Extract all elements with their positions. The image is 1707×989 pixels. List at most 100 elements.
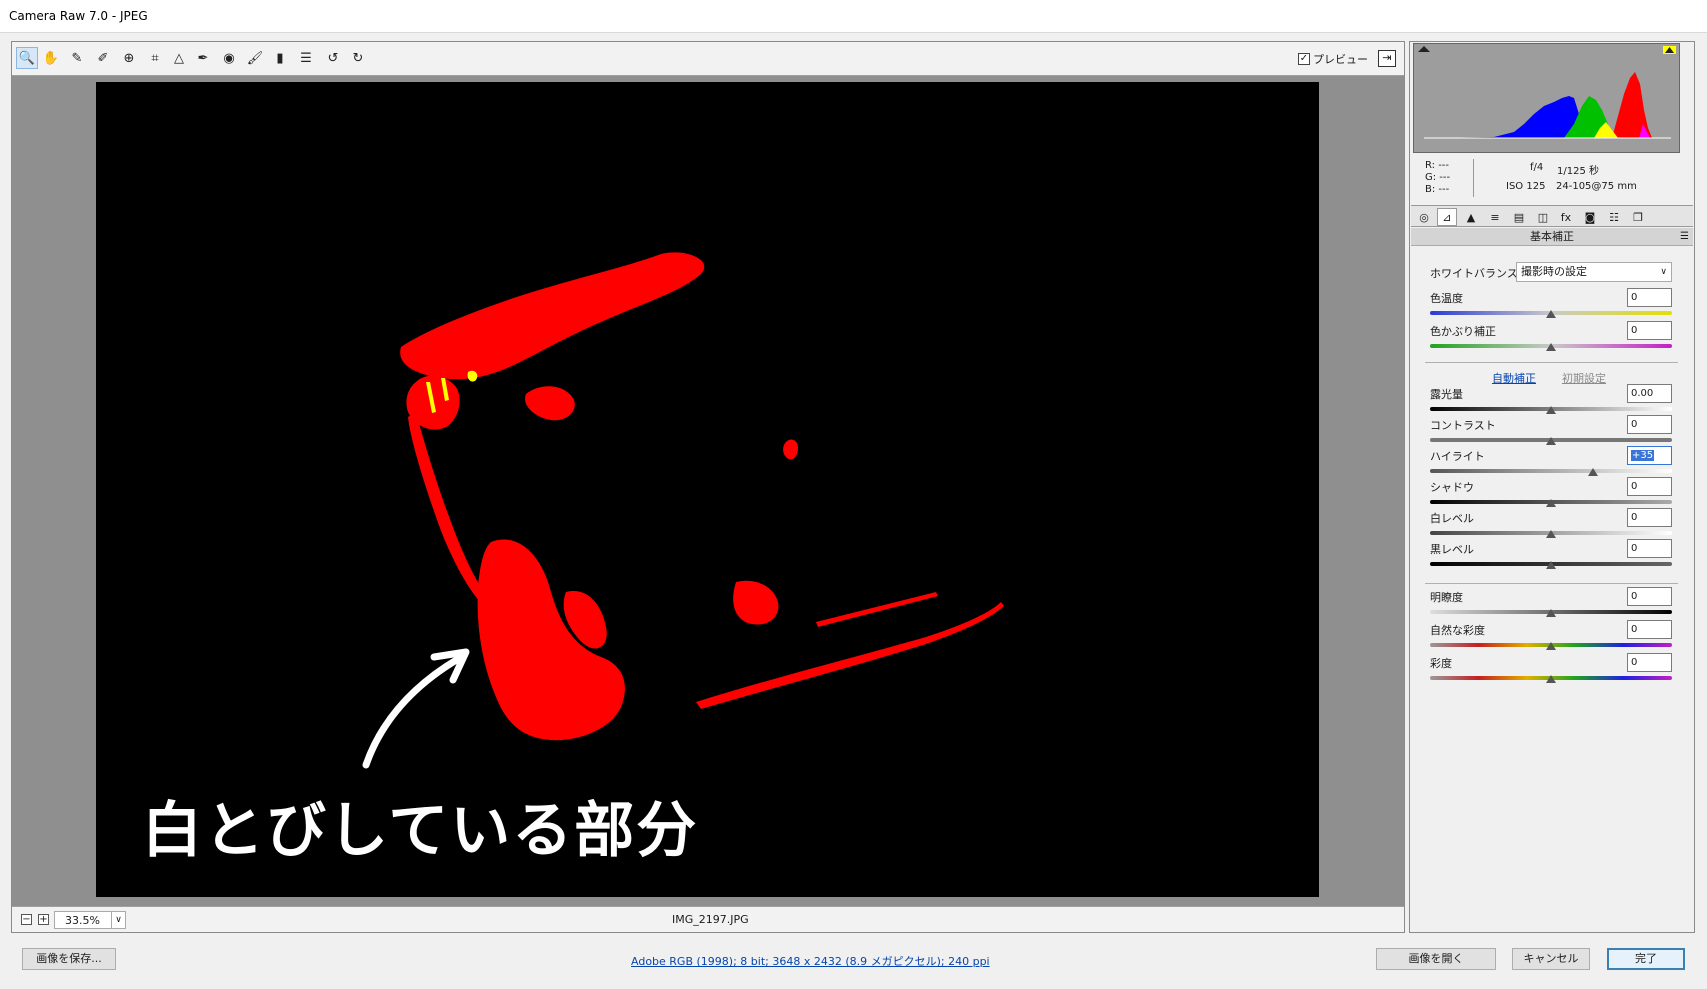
- shadows-input[interactable]: 0: [1627, 477, 1672, 496]
- panel-tabs: ◎ ⊿ ▲ ≡ ▤ ◫ fx ◙ ☷ ❐: [1411, 205, 1693, 227]
- exposure-label: 露光量: [1430, 388, 1463, 401]
- hand-tool-icon[interactable]: ✋: [40, 47, 62, 69]
- shadows-label: シャドウ: [1430, 481, 1474, 494]
- preview-toggle[interactable]: ✓ プレビュー: [1298, 51, 1368, 67]
- tab-lens-icon[interactable]: ◫: [1533, 208, 1553, 226]
- camera-readouts: R: --- G: --- B: --- f/4 1/125 秒 ISO 125…: [1413, 157, 1680, 201]
- chevron-down-icon: ∨: [1660, 267, 1667, 277]
- exposure-value: 0.00: [1631, 388, 1654, 399]
- workflow-options-link[interactable]: Adobe RGB (1998); 8 bit; 3648 x 2432 (8.…: [631, 953, 990, 969]
- preview-checkbox[interactable]: ✓: [1298, 53, 1310, 65]
- white-balance-label: ホワイトバランス :: [1430, 267, 1525, 280]
- whites-value: 0: [1631, 512, 1638, 523]
- saturation-value: 0: [1631, 657, 1638, 668]
- tab-presets-icon[interactable]: ☷: [1604, 208, 1624, 226]
- whites-slider-handle[interactable]: [1546, 530, 1556, 538]
- white-balance-tool-icon[interactable]: ✎: [66, 47, 88, 69]
- adjustment-brush-tool-icon[interactable]: 🖌: [244, 47, 266, 69]
- section-divider: [1425, 362, 1678, 363]
- contrast-input[interactable]: 0: [1627, 415, 1672, 434]
- tab-tone-curve-icon[interactable]: ⊿: [1437, 208, 1457, 226]
- saturation-label: 彩度: [1430, 657, 1452, 670]
- contrast-slider-handle[interactable]: [1546, 437, 1556, 445]
- preferences-tool-icon[interactable]: ☰: [295, 47, 317, 69]
- vibrance-input[interactable]: 0: [1627, 620, 1672, 639]
- clarity-input[interactable]: 0: [1627, 587, 1672, 606]
- red-eye-tool-icon[interactable]: ◉: [218, 47, 240, 69]
- zoom-in-button[interactable]: +: [38, 914, 49, 925]
- temp-value: 0: [1631, 292, 1638, 303]
- auto-link[interactable]: 自動補正: [1492, 370, 1536, 386]
- fullscreen-button[interactable]: ⇥: [1378, 50, 1396, 67]
- status-bar: − + 33.5% ∨ IMG_2197.JPG: [12, 906, 1404, 932]
- color-sampler-tool-icon[interactable]: ✐: [92, 47, 114, 69]
- clarity-value: 0: [1631, 591, 1638, 602]
- whites-input[interactable]: 0: [1627, 508, 1672, 527]
- temp-slider-handle[interactable]: [1546, 310, 1556, 318]
- shadows-slider-handle[interactable]: [1546, 499, 1556, 507]
- tab-hsl-icon[interactable]: ≡: [1485, 208, 1505, 226]
- exposure-input[interactable]: 0.00: [1627, 384, 1672, 403]
- temp-input[interactable]: 0: [1627, 288, 1672, 307]
- highlights-slider-handle[interactable]: [1588, 468, 1599, 476]
- whites-label: 白レベル: [1430, 512, 1474, 525]
- crop-tool-icon[interactable]: ⌗: [144, 47, 166, 69]
- save-image-button[interactable]: 画像を保存...: [22, 948, 116, 970]
- done-button[interactable]: 完了: [1607, 948, 1685, 970]
- white-balance-select[interactable]: 撮影時の設定 ∨: [1516, 262, 1672, 282]
- tint-input[interactable]: 0: [1627, 321, 1672, 340]
- vibrance-label: 自然な彩度: [1430, 624, 1485, 637]
- blacks-slider-handle[interactable]: [1546, 561, 1556, 569]
- vibrance-value: 0: [1631, 624, 1638, 635]
- tint-slider-handle[interactable]: [1546, 343, 1556, 351]
- tab-effects-icon[interactable]: fx: [1556, 208, 1576, 226]
- zoom-tool-icon[interactable]: 🔍: [16, 47, 38, 69]
- panel-title: 基本補正 ☰: [1411, 228, 1693, 246]
- highlights-input[interactable]: +35: [1627, 446, 1672, 465]
- panel-menu-icon[interactable]: ☰: [1680, 228, 1689, 246]
- contrast-value: 0: [1631, 419, 1638, 430]
- highlights-value: +35: [1631, 450, 1655, 461]
- file-name: IMG_2197.JPG: [672, 913, 749, 926]
- tab-basic-icon[interactable]: ◎: [1414, 208, 1434, 226]
- open-image-button[interactable]: 画像を開く: [1376, 948, 1496, 970]
- clarity-label: 明瞭度: [1430, 591, 1463, 604]
- tint-value: 0: [1631, 325, 1638, 336]
- saturation-slider-handle[interactable]: [1546, 675, 1556, 683]
- lens-value: 24-105@75 mm: [1556, 181, 1637, 192]
- zoom-out-button[interactable]: −: [21, 914, 32, 925]
- shutter-value: 1/125 秒: [1557, 166, 1599, 177]
- temp-label: 色温度: [1430, 292, 1463, 305]
- default-link[interactable]: 初期設定: [1562, 370, 1606, 386]
- blacks-label: 黒レベル: [1430, 543, 1474, 556]
- highlights-slider[interactable]: [1430, 469, 1672, 473]
- title-bar: Camera Raw 7.0 - JPEG: [0, 0, 1707, 33]
- blacks-value: 0: [1631, 543, 1638, 554]
- r-readout: R: ---: [1425, 160, 1450, 171]
- tab-split-toning-icon[interactable]: ▤: [1509, 208, 1529, 226]
- spot-removal-tool-icon[interactable]: ✒: [192, 47, 214, 69]
- saturation-input[interactable]: 0: [1627, 653, 1672, 672]
- blacks-input[interactable]: 0: [1627, 539, 1672, 558]
- straighten-tool-icon[interactable]: △: [168, 47, 190, 69]
- zoom-select[interactable]: 33.5% ∨: [54, 911, 126, 929]
- aperture-value: f/4: [1530, 162, 1544, 173]
- image-preview[interactable]: 白とびしている部分: [96, 82, 1319, 897]
- rotate-ccw-tool-icon[interactable]: ↺: [322, 47, 344, 69]
- rotate-cw-tool-icon[interactable]: ↻: [347, 47, 369, 69]
- clarity-slider-handle[interactable]: [1546, 609, 1556, 617]
- b-readout: B: ---: [1425, 184, 1450, 195]
- tab-camera-calibration-icon[interactable]: ◙: [1580, 208, 1600, 226]
- graduated-filter-tool-icon[interactable]: ▮: [269, 47, 291, 69]
- targeted-adjustment-tool-icon[interactable]: ⊕: [118, 47, 140, 69]
- preview-label: プレビュー: [1313, 53, 1368, 66]
- cancel-button[interactable]: キャンセル: [1512, 948, 1590, 970]
- exposure-slider-handle[interactable]: [1546, 406, 1556, 414]
- g-readout: G: ---: [1425, 172, 1451, 183]
- zoom-value: 33.5%: [65, 914, 100, 927]
- tab-detail-icon[interactable]: ▲: [1461, 208, 1481, 226]
- tab-snapshots-icon[interactable]: ❐: [1628, 208, 1648, 226]
- vibrance-slider-handle[interactable]: [1546, 642, 1556, 650]
- histogram: [1413, 43, 1680, 153]
- readout-divider: [1473, 159, 1474, 197]
